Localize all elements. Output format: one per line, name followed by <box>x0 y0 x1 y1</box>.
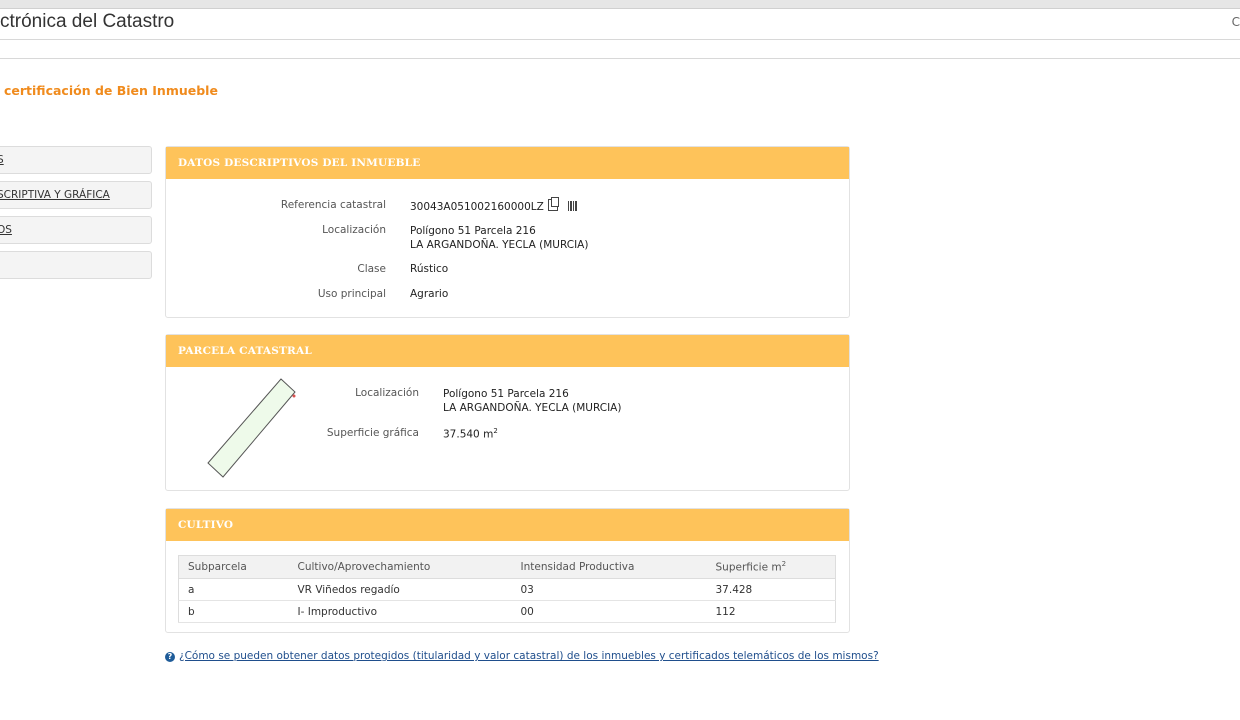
side-navigation: S SCRIPTIVA Y GRÁFICA OS <box>0 146 152 286</box>
sidebar-item-3[interactable]: OS <box>0 216 152 244</box>
sidebar-item-datos-descriptiva-grafica[interactable]: SCRIPTIVA Y GRÁFICA <box>0 181 152 209</box>
col-intensidad: Intensidad Productiva <box>511 555 707 579</box>
superficie-unit-exp: 2 <box>493 427 498 435</box>
table-header-row: Subparcela Cultivo/Aprovechamiento Inten… <box>178 555 836 579</box>
panel-cultivo: CULTIVO Subparcela Cultivo/Aprovechamien… <box>165 508 850 633</box>
clase-label: Clase <box>357 263 386 275</box>
page-title: certificación de Bien Inmueble <box>4 83 218 98</box>
browser-top-strip <box>0 0 1240 9</box>
site-header: ctrónica del Catastro C <box>0 9 1240 40</box>
panel-heading: PARCELA CATASTRAL <box>166 335 849 367</box>
help-icon: ? <box>165 652 175 662</box>
faq-link[interactable]: ¿Cómo se pueden obtener datos protegidos… <box>179 650 879 662</box>
loc-label: Localización <box>322 224 386 236</box>
loc-value: Polígono 51 Parcela 216 LA ARGANDOÑA. YE… <box>410 224 588 252</box>
cell-cultivo: VR Viñedos regadío <box>288 578 512 601</box>
header-divider <box>0 58 1240 59</box>
parcela-loc-label: Localización <box>355 387 419 399</box>
cell-cultivo: I- Improductivo <box>288 600 512 623</box>
panel-heading: CULTIVO <box>166 509 849 541</box>
cell-subparcela: b <box>178 600 289 623</box>
cell-superficie: 112 <box>706 600 836 623</box>
ref-catastral-value: 30043A051002160000LZ <box>410 201 544 213</box>
panel-parcela-catastral: PARCELA CATASTRAL Localización Polígono … <box>165 334 850 491</box>
col-superficie-label: Superficie m <box>715 561 782 574</box>
barcode-icon[interactable] <box>567 201 578 211</box>
sidebar-item-4[interactable] <box>0 251 152 279</box>
parcela-loc-line-2: LA ARGANDOÑA. YECLA (MURCIA) <box>443 402 622 414</box>
site-title: ctrónica del Catastro <box>0 11 175 32</box>
col-cultivo: Cultivo/Aprovechamiento <box>288 555 512 579</box>
clase-value: Rústico <box>410 263 449 275</box>
table-row: b I- Improductivo 00 112 <box>178 600 836 623</box>
header-edge-glyph: C <box>1231 15 1240 29</box>
superficie-number: 37.540 m <box>443 428 494 441</box>
panel-datos-descriptivos: DATOS DESCRIPTIVOS DEL INMUEBLE Referenc… <box>165 146 850 318</box>
superficie-value: 37.540 m2 <box>443 427 498 441</box>
parcela-loc-value: Polígono 51 Parcela 216 LA ARGANDOÑA. YE… <box>443 387 621 415</box>
col-superficie-exp: 2 <box>781 560 787 569</box>
cultivo-table: Subparcela Cultivo/Aprovechamiento Inten… <box>178 555 836 623</box>
col-superficie: Superficie m2 <box>706 555 836 579</box>
col-subparcela: Subparcela <box>178 555 289 579</box>
faq-line: ? ¿Cómo se pueden obtener datos protegido… <box>165 650 879 662</box>
cell-superficie: 37.428 <box>706 578 836 601</box>
sidebar-item-1[interactable]: S <box>0 146 152 174</box>
loc-line-2: LA ARGANDOÑA. YECLA (MURCIA) <box>410 239 589 251</box>
panel-heading: DATOS DESCRIPTIVOS DEL INMUEBLE <box>166 147 849 179</box>
loc-line-1: Polígono 51 Parcela 216 <box>410 225 536 237</box>
cell-intensidad: 00 <box>511 600 707 623</box>
ref-value: 30043A051002160000LZ <box>410 197 578 213</box>
table-row: a VR Viñedos regadío 03 37.428 <box>178 578 836 601</box>
parcela-loc-line-1: Polígono 51 Parcela 216 <box>443 388 569 400</box>
uso-value: Agrario <box>410 288 449 300</box>
copy-icon[interactable] <box>547 197 559 211</box>
ref-label: Referencia catastral <box>280 199 386 211</box>
cell-subparcela: a <box>178 578 289 601</box>
uso-label: Uso principal <box>317 288 386 300</box>
cell-intensidad: 03 <box>511 578 707 601</box>
superficie-label: Superficie gráfica <box>326 427 419 439</box>
